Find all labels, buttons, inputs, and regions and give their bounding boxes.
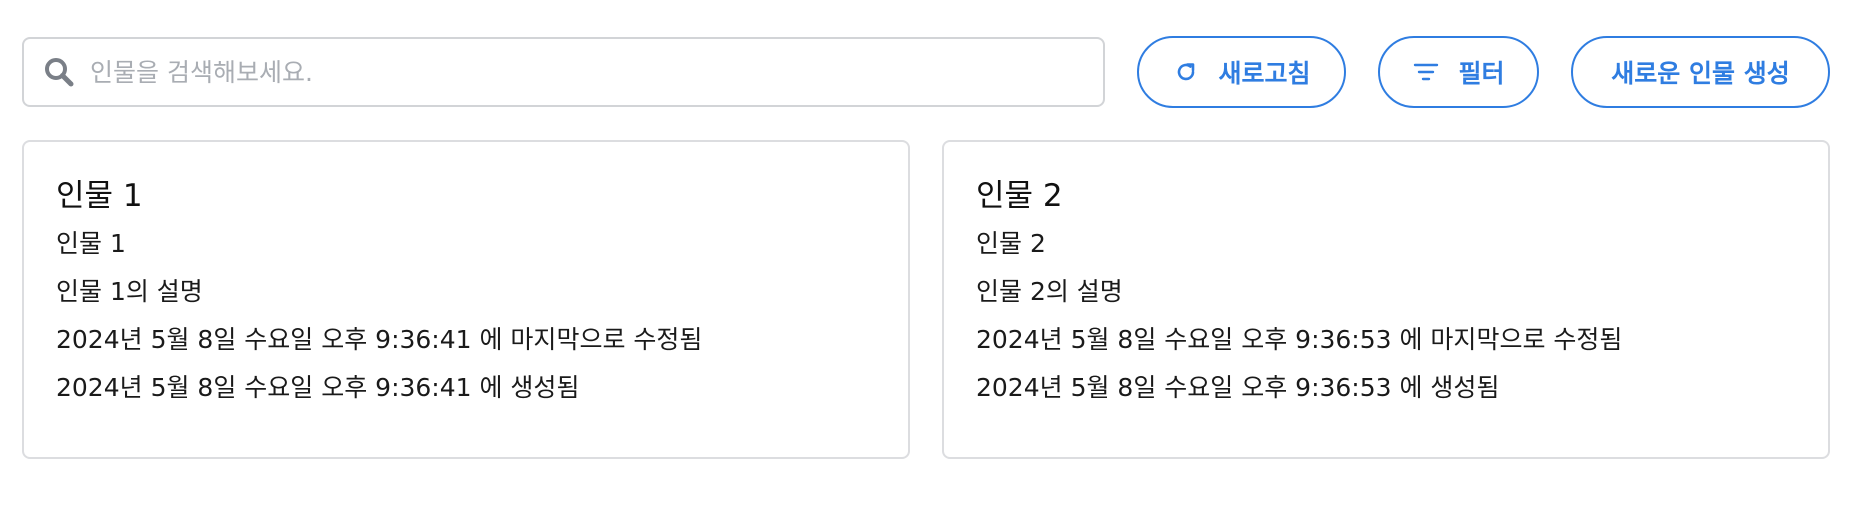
card-title: 인물 2	[976, 178, 1063, 214]
card-name: 인물 2	[976, 229, 1046, 258]
refresh-button-label: 새로고침	[1218, 59, 1311, 88]
refresh-button[interactable]: 새로고침	[1137, 36, 1346, 108]
person-card[interactable]: 인물 1 인물 1 인물 1의 설명 2024년 5월 8일 수요일 오후 9:…	[22, 140, 910, 459]
card-description: 인물 1의 설명	[56, 277, 203, 306]
search-icon	[42, 55, 76, 89]
person-card-list: 인물 1 인물 1 인물 1의 설명 2024년 5월 8일 수요일 오후 9:…	[22, 140, 1836, 459]
card-description: 인물 2의 설명	[976, 277, 1123, 306]
person-card[interactable]: 인물 2 인물 2 인물 2의 설명 2024년 5월 8일 수요일 오후 9:…	[942, 140, 1830, 459]
card-modified-date: 2024년 5월 8일 수요일 오후 9:36:41 에 마지막으로 수정됨	[56, 325, 703, 354]
refresh-icon	[1172, 58, 1200, 86]
create-person-button[interactable]: 새로운 인물 생성	[1571, 36, 1830, 108]
filter-button[interactable]: 필터	[1378, 36, 1539, 108]
search-input[interactable]	[90, 39, 1103, 105]
card-title: 인물 1	[56, 178, 143, 214]
filter-icon	[1412, 58, 1440, 86]
card-created-date: 2024년 5월 8일 수요일 오후 9:36:41 에 생성됨	[56, 373, 580, 402]
search-box[interactable]	[22, 37, 1105, 107]
card-modified-date: 2024년 5월 8일 수요일 오후 9:36:53 에 마지막으로 수정됨	[976, 325, 1623, 354]
card-created-date: 2024년 5월 8일 수요일 오후 9:36:53 에 생성됨	[976, 373, 1500, 402]
toolbar: 새로고침 필터 새로운 인물 생성	[22, 36, 1836, 108]
card-name: 인물 1	[56, 229, 126, 258]
filter-button-label: 필터	[1458, 59, 1505, 88]
create-person-button-label: 새로운 인물 생성	[1611, 59, 1790, 88]
